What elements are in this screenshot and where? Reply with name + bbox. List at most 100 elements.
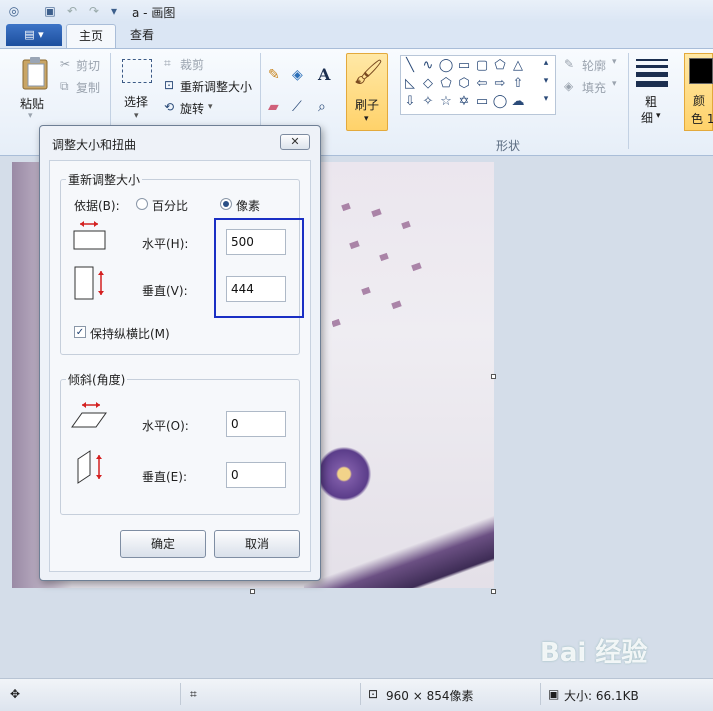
keep-ratio-label[interactable]: 保持纵横比(M) <box>90 325 170 342</box>
photo-handwriting <box>332 202 422 328</box>
status-bar: ✥ ⌗ ⊡ 960 × 854像素 ▣ 大小: 66.1KB <box>0 678 713 711</box>
rotate-dropdown-icon[interactable]: ▾ <box>208 102 213 112</box>
divider <box>628 53 629 149</box>
cloud-shape-icon: ☁ <box>511 94 525 109</box>
keep-ratio-checkbox[interactable]: ✓ <box>74 326 86 338</box>
gallery-down-icon: ▾ <box>543 76 549 86</box>
title-bar: ◎ ▣ ↶ ↷ ▾ a - 画图 <box>0 0 713 22</box>
outline-icon: ✎ <box>564 57 575 71</box>
copy-icon: ⧉ <box>60 79 69 93</box>
rotate-icon: ⟲ <box>164 100 175 114</box>
hexagon-shape-icon: ⬡ <box>458 76 470 91</box>
resize-handle-corner[interactable] <box>491 589 496 594</box>
file-size-icon: ▣ <box>548 687 560 701</box>
brush-dropdown-icon: ▾ <box>364 114 369 124</box>
down-arrow-shape-icon: ⇩ <box>404 94 416 109</box>
redo-icon[interactable]: ↷ <box>86 3 102 19</box>
select-icon[interactable] <box>122 59 152 83</box>
resize-handle-bottom[interactable] <box>250 589 255 594</box>
save-icon[interactable]: ▣ <box>42 3 58 19</box>
color1-button[interactable]: 颜 色 1 <box>684 53 713 131</box>
skew-fieldset <box>60 379 300 515</box>
customize-dropdown-icon[interactable]: ▾ <box>106 3 122 19</box>
resize-icon: ⊡ <box>164 78 175 92</box>
select-button[interactable]: 选择 <box>124 93 148 110</box>
shapes-group-label: 形状 <box>496 139 521 153</box>
fill-bucket-icon[interactable]: ◈ <box>292 67 303 83</box>
paste-dropdown-icon[interactable]: ▾ <box>28 111 33 121</box>
paste-button[interactable]: 粘贴 <box>20 95 44 112</box>
star4-shape-icon: ✧ <box>422 94 434 109</box>
eraser-icon[interactable]: ▰ <box>268 99 279 115</box>
resize-section-title: 重新调整大小 <box>66 171 143 188</box>
pixels-radio[interactable] <box>220 198 232 210</box>
callout-rect-shape-icon: ▭ <box>475 94 489 109</box>
magnifier-icon[interactable]: ⌕ <box>318 99 326 115</box>
paint-app-icon: ◎ <box>8 4 20 18</box>
ok-button[interactable]: 确定 <box>120 530 206 558</box>
horizontal-label: 水平(H): <box>142 237 189 251</box>
by-label: 依据(B): <box>74 199 120 213</box>
crop-button[interactable]: 裁剪 <box>180 56 204 73</box>
outline-button[interactable]: 轮廓 <box>582 57 606 74</box>
close-button[interactable]: ✕ <box>280 134 310 150</box>
photo-book-edge <box>304 508 494 588</box>
selection-size-icon: ⌗ <box>190 687 197 701</box>
right-triangle-shape-icon: ◺ <box>405 76 415 91</box>
color1-swatch <box>689 58 713 84</box>
fill-dropdown-icon[interactable]: ▾ <box>612 79 617 89</box>
copy-button[interactable]: 复制 <box>76 79 100 96</box>
rotate-button[interactable]: 旋转 <box>180 100 204 117</box>
diamond-shape-icon: ◇ <box>423 76 433 91</box>
outline-dropdown-icon[interactable]: ▾ <box>612 57 617 67</box>
star6-shape-icon: ✡ <box>458 94 470 109</box>
file-size: 大小: 66.1KB <box>564 689 639 703</box>
pencil-icon[interactable]: ✎ <box>268 67 280 83</box>
pixels-label[interactable]: 像素 <box>236 197 260 214</box>
undo-icon[interactable]: ↶ <box>64 3 80 19</box>
resize-button[interactable]: 重新调整大小 <box>180 78 252 95</box>
color-picker-icon[interactable]: ⟋ <box>292 99 302 115</box>
brush-button[interactable]: 🖌 刷子 ▾ <box>346 53 388 131</box>
skew-vertical-input[interactable] <box>226 462 286 488</box>
dialog-title: 调整大小和扭曲 <box>52 138 137 152</box>
line-size-icon[interactable] <box>636 59 668 87</box>
horizontal-skew-icon <box>71 402 107 428</box>
line-shape-icon: ╲ <box>406 58 414 73</box>
percent-radio[interactable] <box>136 198 148 210</box>
size-label-top[interactable]: 粗 <box>645 93 657 110</box>
tab-view[interactable]: 查看 <box>118 24 166 48</box>
cut-button[interactable]: 剪切 <box>76 57 100 74</box>
skew-horizontal-label: 水平(O): <box>142 419 189 433</box>
image-size: 960 × 854像素 <box>386 689 474 703</box>
resize-handle-right[interactable] <box>491 374 496 379</box>
gallery-up-icon: ▴ <box>543 58 549 68</box>
cut-icon: ✂ <box>60 57 71 71</box>
gallery-more-icon: ▾ <box>543 94 549 104</box>
curve-shape-icon: ∿ <box>422 58 434 73</box>
size-label-bottom[interactable]: 细 <box>641 109 653 126</box>
brush-icon: 🖌 <box>353 58 384 86</box>
highlight-box <box>214 218 304 318</box>
percent-label[interactable]: 百分比 <box>152 197 188 214</box>
vertical-skew-icon <box>77 450 102 484</box>
select-dropdown-icon[interactable]: ▾ <box>134 111 139 121</box>
fill-button[interactable]: 填充 <box>582 79 606 96</box>
photo-flower <box>312 444 376 504</box>
size-dropdown-icon[interactable]: ▾ <box>656 111 661 121</box>
vertical-label: 垂直(V): <box>142 284 188 298</box>
triangle-shape-icon: △ <box>513 58 523 73</box>
tab-home[interactable]: 主页 <box>66 24 117 48</box>
up-arrow-shape-icon: ⇧ <box>512 76 524 91</box>
file-menu-button[interactable]: ▤ ▾ <box>6 24 62 46</box>
rounded-rect-shape-icon: ▢ <box>475 58 489 73</box>
paste-icon[interactable] <box>20 55 50 91</box>
left-arrow-shape-icon: ⇦ <box>476 76 488 91</box>
shapes-gallery[interactable]: ╲ ∿ ◯ ▭ ▢ ⬠ △ ◺ ◇ ⬠ ⬡ ⇦ ⇨ ⇧ ⇩ ✧ ☆ ✡ ▭ ◯ … <box>400 55 556 115</box>
polygon-shape-icon: ⬠ <box>494 58 506 73</box>
cancel-button[interactable]: 取消 <box>214 530 300 558</box>
rectangle-shape-icon: ▭ <box>457 58 471 73</box>
text-tool-icon[interactable]: A <box>318 65 330 84</box>
skew-horizontal-input[interactable] <box>226 411 286 437</box>
color1-label-bottom: 色 1 <box>691 112 713 126</box>
